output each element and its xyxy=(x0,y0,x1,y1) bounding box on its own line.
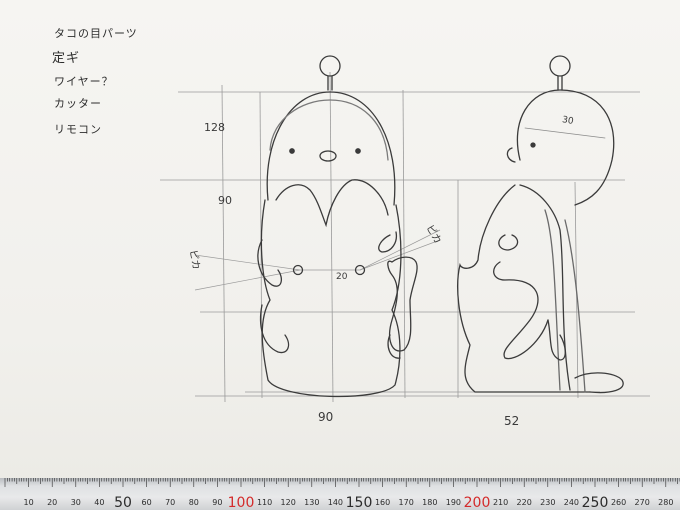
ruler-label: 60 xyxy=(142,498,152,507)
dim-eye-spacing: 20 xyxy=(336,272,348,282)
ruler-label: 30 xyxy=(71,498,81,507)
note-left-pika: ピカ xyxy=(186,249,202,271)
ruler-label: 230 xyxy=(540,498,555,507)
ruler-label: 280 xyxy=(658,498,673,507)
ruler-label: 10 xyxy=(24,498,34,507)
ruler-label: 110 xyxy=(257,498,272,507)
ruler-label: 180 xyxy=(422,498,437,507)
dim-side-width: 52 xyxy=(504,414,520,428)
guide-front-center xyxy=(329,71,334,403)
ruler-label: 250 xyxy=(582,495,609,510)
character-sketch xyxy=(160,55,650,403)
dim-head-height: 128 xyxy=(204,121,225,134)
ruler-label: 100 xyxy=(228,495,255,510)
ruler-label: 210 xyxy=(493,498,508,507)
ruler-label: 160 xyxy=(375,498,390,507)
sketch-paper: タコの目パーツ 定ギ ワイヤー？ カッター リモコン 128 90 90 52 … xyxy=(0,0,680,478)
dim-front-width: 90 xyxy=(318,410,334,424)
ruler-label: 90 xyxy=(212,498,222,507)
ruler-label: 170 xyxy=(399,498,414,507)
ruler-label: 270 xyxy=(635,498,650,507)
leader-lines xyxy=(194,229,441,291)
ruler-label: 20 xyxy=(47,498,57,507)
side-view xyxy=(457,55,624,394)
dim-side-head: 30 xyxy=(561,115,575,127)
front-right-arm xyxy=(387,256,418,352)
guide-lines xyxy=(160,71,650,403)
side-head-outline xyxy=(516,89,615,206)
ruler-label: 150 xyxy=(346,495,373,510)
ruler-scale: 10 20 30 40 50 60 70 80 90 100 110 120 130 140 150 160 1… xyxy=(4,478,680,510)
front-view xyxy=(257,55,418,398)
dim-body-height: 90 xyxy=(218,194,232,207)
ruler-label: 200 xyxy=(464,495,491,510)
ruler-label: 40 xyxy=(94,498,104,507)
ruler-label: 70 xyxy=(165,498,175,507)
ruler-label: 120 xyxy=(281,498,296,507)
ruler-label: 240 xyxy=(564,498,579,507)
guide-front-right xyxy=(402,89,406,399)
ruler-label: 50 xyxy=(114,495,132,510)
ruler-label: 140 xyxy=(328,498,343,507)
ruler-label: 80 xyxy=(189,498,199,507)
ruler-label: 130 xyxy=(304,498,319,507)
ruler-label: 190 xyxy=(446,498,461,507)
ruler-label: 220 xyxy=(517,498,532,507)
front-mouth-curve xyxy=(275,179,389,228)
steel-ruler: 10 20 30 40 50 60 70 80 90 100 110 120 130 140 150 160 1… xyxy=(0,478,680,510)
side-antenna-ball xyxy=(549,55,571,77)
ruler-label: 260 xyxy=(611,498,626,507)
